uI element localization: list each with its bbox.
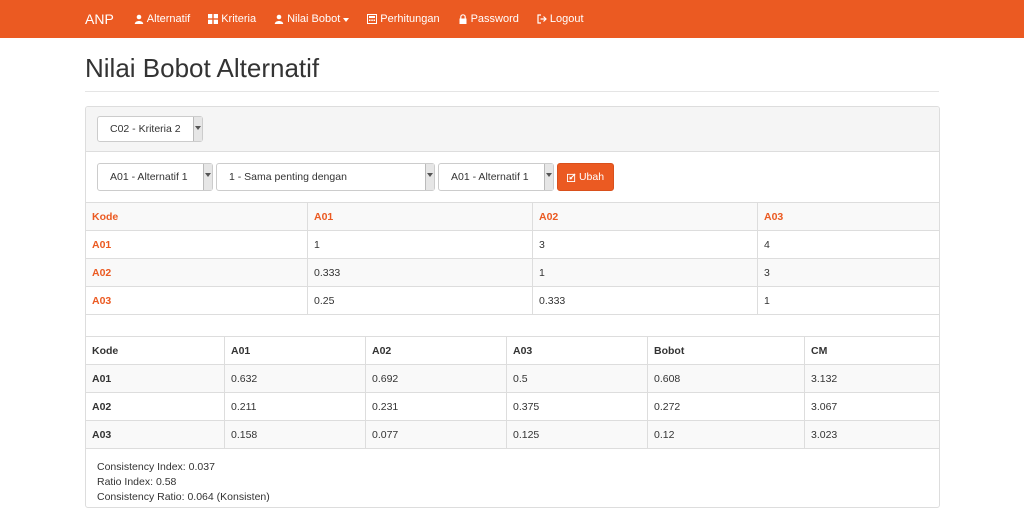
criteria-select[interactable]: C02 - Kriteria 2 xyxy=(97,116,203,142)
table-cell: 0.333 xyxy=(307,258,533,287)
grid-icon xyxy=(208,14,219,24)
nav-password-label: Password xyxy=(470,13,519,25)
nav-kriteria[interactable]: Kriteria xyxy=(208,13,256,25)
table-row: A03 0.158 0.077 0.125 0.12 3.023 xyxy=(86,420,939,449)
select-arrow-icon xyxy=(203,164,212,190)
row-header: A03 xyxy=(86,286,308,315)
nav-kriteria-label: Kriteria xyxy=(221,13,257,25)
logout-icon xyxy=(537,14,547,24)
consistency-results: Consistency Index: 0.037 Ratio Index: 0.… xyxy=(97,460,270,505)
row-header: A03 xyxy=(86,420,225,449)
alternative-1-select[interactable]: A01 - Alternatif 1 xyxy=(97,163,213,191)
column-header: Kode xyxy=(86,336,225,365)
alternative-2-select[interactable]: A01 - Alternatif 1 xyxy=(438,163,554,191)
table-cell: 3 xyxy=(757,258,939,287)
table-separator xyxy=(86,312,939,337)
table-header-row: Kode A01 A02 A03 xyxy=(86,202,939,231)
column-header: CM xyxy=(804,336,939,365)
alternative-2-value: A01 - Alternatif 1 xyxy=(451,171,529,183)
alternative-1-value: A01 - Alternatif 1 xyxy=(110,171,188,183)
row-header: A01 xyxy=(86,230,308,259)
column-header: Kode xyxy=(86,202,308,231)
table-cell: 1 xyxy=(532,258,758,287)
select-arrow-icon xyxy=(425,164,434,190)
panel: C02 - Kriteria 2 A01 - Alternatif 1 1 - … xyxy=(85,106,940,508)
table-cell: 3.132 xyxy=(804,364,939,393)
brand-link[interactable]: ANP xyxy=(85,11,114,27)
table-cell: 0.608 xyxy=(647,364,805,393)
importance-select[interactable]: 1 - Sama penting dengan xyxy=(216,163,435,191)
table-cell: 1 xyxy=(307,230,533,259)
table-cell: 0.077 xyxy=(365,420,507,449)
table-row: A02 0.211 0.231 0.375 0.272 3.067 xyxy=(86,392,939,421)
table-cell: 4 xyxy=(757,230,939,259)
table-row: A03 0.25 0.333 1 xyxy=(86,286,939,315)
ubah-button[interactable]: Ubah xyxy=(557,163,614,191)
table-cell: 0.692 xyxy=(365,364,507,393)
title-divider xyxy=(85,91,939,92)
column-header: A01 xyxy=(307,202,533,231)
edit-icon xyxy=(566,173,576,182)
column-header: A03 xyxy=(757,202,939,231)
table-row: A01 0.632 0.692 0.5 0.608 3.132 xyxy=(86,364,939,393)
comparison-matrix-table: Kode A01 A02 A03 A01 1 3 4 A02 0.333 1 3… xyxy=(86,202,939,315)
ubah-button-label: Ubah xyxy=(578,171,605,183)
row-header: A02 xyxy=(86,392,225,421)
table-cell: 0.211 xyxy=(224,392,366,421)
table-row: A02 0.333 1 3 xyxy=(86,258,939,287)
table-cell: 0.12 xyxy=(647,420,805,449)
user-icon xyxy=(274,14,284,24)
nav-nilai-bobot[interactable]: Nilai Bobot xyxy=(274,13,350,25)
table-cell: 3.023 xyxy=(804,420,939,449)
ratio-index: Ratio Index: 0.58 xyxy=(97,476,177,488)
normalized-matrix-table: Kode A01 A02 A03 Bobot CM A01 0.632 0.69… xyxy=(86,336,939,449)
table-cell: 0.375 xyxy=(506,392,648,421)
caret-down-icon xyxy=(343,17,350,22)
nav-logout-label: Logout xyxy=(549,13,584,25)
calculator-icon xyxy=(367,14,378,24)
column-header: A01 xyxy=(224,336,366,365)
row-header: A01 xyxy=(86,364,225,393)
table-cell: 0.231 xyxy=(365,392,507,421)
navbar: ANP Alternatif Kriteria Nilai Bobot Perh… xyxy=(0,0,1024,38)
criteria-select-value: C02 - Kriteria 2 xyxy=(110,123,181,135)
nav-alternatif[interactable]: Alternatif xyxy=(134,13,190,25)
nav-perhitungan[interactable]: Perhitungan xyxy=(367,13,440,25)
consistency-index: Consistency Index: 0.037 xyxy=(97,461,215,473)
nav-nilai-bobot-label: Nilai Bobot xyxy=(287,13,341,25)
lock-icon xyxy=(459,14,467,24)
nav-alternatif-label: Alternatif xyxy=(146,13,191,25)
table-cell: 0.125 xyxy=(506,420,648,449)
select-arrow-icon xyxy=(544,164,553,190)
table-row: A01 1 3 4 xyxy=(86,230,939,259)
select-arrow-icon xyxy=(193,117,202,141)
nav-logout[interactable]: Logout xyxy=(537,13,584,25)
table-header-row: Kode A01 A02 A03 Bobot CM xyxy=(86,336,939,365)
panel-heading: C02 - Kriteria 2 xyxy=(86,107,939,152)
comparison-form: A01 - Alternatif 1 1 - Sama penting deng… xyxy=(86,152,939,203)
table-cell: 0.25 xyxy=(307,286,533,315)
table-cell: 3.067 xyxy=(804,392,939,421)
table-cell: 0.272 xyxy=(647,392,805,421)
table-cell: 0.632 xyxy=(224,364,366,393)
table-cell: 0.158 xyxy=(224,420,366,449)
table-cell: 3 xyxy=(532,230,758,259)
importance-value: 1 - Sama penting dengan xyxy=(229,171,347,183)
column-header: A02 xyxy=(532,202,758,231)
page-title: Nilai Bobot Alternatif xyxy=(85,53,320,83)
row-header: A02 xyxy=(86,258,308,287)
table-cell: 0.333 xyxy=(532,286,758,315)
column-header: Bobot xyxy=(647,336,805,365)
table-cell: 0.5 xyxy=(506,364,648,393)
column-header: A02 xyxy=(365,336,507,365)
nav-perhitungan-label: Perhitungan xyxy=(380,13,440,25)
consistency-ratio: Consistency Ratio: 0.064 (Konsisten) xyxy=(97,491,270,503)
user-icon xyxy=(134,14,143,24)
nav-password[interactable]: Password xyxy=(458,13,519,25)
column-header: A03 xyxy=(506,336,648,365)
table-cell: 1 xyxy=(757,286,939,315)
